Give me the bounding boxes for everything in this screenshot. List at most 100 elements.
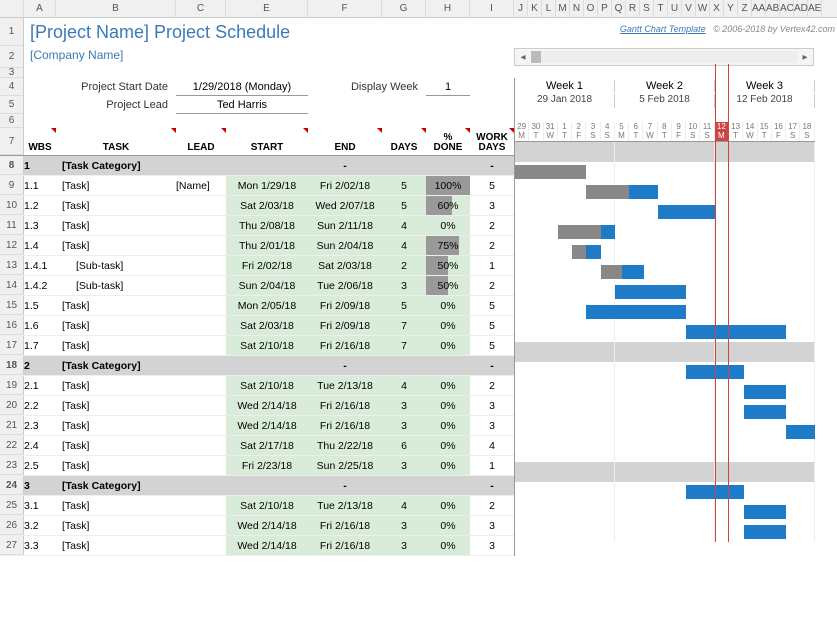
row-header-23[interactable]: 23: [0, 456, 24, 475]
days-cell[interactable]: 4: [382, 496, 426, 515]
start-cell[interactable]: Wed 2/14/18: [226, 516, 308, 535]
work-cell[interactable]: -: [470, 356, 514, 375]
lead-cell[interactable]: [176, 496, 226, 515]
task-cell[interactable]: [Sub-task]: [56, 256, 176, 275]
row-header-3[interactable]: 3: [0, 68, 24, 78]
table-row[interactable]: 161.6[Task]Sat 2/03/18Fri 2/09/1870%5: [0, 316, 514, 336]
row-header-16[interactable]: 16: [0, 316, 24, 335]
work-cell[interactable]: 5: [470, 296, 514, 315]
lead-cell[interactable]: [176, 276, 226, 295]
task-cell[interactable]: [Task Category]: [56, 156, 176, 175]
days-cell[interactable]: 3: [382, 516, 426, 535]
lead-cell[interactable]: [176, 376, 226, 395]
row-header-6[interactable]: 6: [0, 114, 24, 128]
row-header-10[interactable]: 10: [0, 196, 24, 215]
row-header-7[interactable]: 7: [0, 128, 24, 155]
col-header-start[interactable]: START: [226, 128, 308, 155]
lead-cell[interactable]: [176, 236, 226, 255]
col-header-P[interactable]: P: [598, 0, 612, 17]
gantt-bar[interactable]: [744, 405, 787, 419]
work-cell[interactable]: 5: [470, 176, 514, 195]
wbs-cell[interactable]: 1.7: [24, 336, 56, 355]
page-title[interactable]: [Project Name] Project Schedule: [24, 18, 514, 46]
days-cell[interactable]: 7: [382, 336, 426, 355]
end-cell[interactable]: Thu 2/22/18: [308, 436, 382, 455]
col-header-K[interactable]: K: [528, 0, 542, 17]
lead-cell[interactable]: [176, 316, 226, 335]
col-header-B[interactable]: B: [56, 0, 176, 17]
col-header-H[interactable]: H: [426, 0, 470, 17]
work-cell[interactable]: 2: [470, 376, 514, 395]
task-cell[interactable]: [Task]: [56, 316, 176, 335]
col-header--done[interactable]: %DONE: [426, 128, 470, 155]
col-header-W[interactable]: W: [696, 0, 710, 17]
start-cell[interactable]: Sat 2/10/18: [226, 496, 308, 515]
table-row[interactable]: 212.3[Task]Wed 2/14/18Fri 2/16/1830%3: [0, 416, 514, 436]
wbs-cell[interactable]: 3.2: [24, 516, 56, 535]
table-row[interactable]: 273.3[Task]Wed 2/14/18Fri 2/16/1830%3: [0, 536, 514, 556]
pct-cell[interactable]: 50%: [426, 276, 470, 295]
days-cell[interactable]: 2: [382, 256, 426, 275]
start-cell[interactable]: Mon 2/05/18: [226, 296, 308, 315]
days-cell[interactable]: 5: [382, 196, 426, 215]
col-header-F[interactable]: F: [308, 0, 382, 17]
row-header-14[interactable]: 14: [0, 276, 24, 295]
col-header-days[interactable]: DAYS: [382, 128, 426, 155]
work-cell[interactable]: 5: [470, 336, 514, 355]
row-header-15[interactable]: 15: [0, 296, 24, 315]
start-cell[interactable]: Fri 2/23/18: [226, 456, 308, 475]
col-header-J[interactable]: J: [514, 0, 528, 17]
col-header-V[interactable]: V: [682, 0, 696, 17]
wbs-cell[interactable]: 3.1: [24, 496, 56, 515]
gantt-bar[interactable]: [744, 505, 787, 519]
days-cell[interactable]: 3: [382, 396, 426, 415]
task-cell[interactable]: [Sub-task]: [56, 276, 176, 295]
days-cell[interactable]: 6: [382, 436, 426, 455]
gantt-bar[interactable]: [686, 485, 743, 499]
days-cell[interactable]: 4: [382, 216, 426, 235]
end-cell[interactable]: Fri 2/16/18: [308, 516, 382, 535]
end-cell[interactable]: Sun 2/25/18: [308, 456, 382, 475]
row-header-20[interactable]: 20: [0, 396, 24, 415]
lead-cell[interactable]: [176, 356, 226, 375]
work-cell[interactable]: 2: [470, 216, 514, 235]
task-cell[interactable]: [Task Category]: [56, 356, 176, 375]
days-cell[interactable]: 3: [382, 536, 426, 555]
lead-cell[interactable]: [Name]: [176, 176, 226, 195]
col-header-O[interactable]: O: [584, 0, 598, 17]
gantt-bar[interactable]: [615, 285, 686, 299]
work-cell[interactable]: 3: [470, 196, 514, 215]
end-cell[interactable]: Fri 2/16/18: [308, 536, 382, 555]
work-cell[interactable]: 5: [470, 316, 514, 335]
row-header-2[interactable]: 2: [0, 46, 24, 68]
row-header-27[interactable]: 27: [0, 536, 24, 555]
start-cell[interactable]: Sat 2/03/18: [226, 196, 308, 215]
col-header-U[interactable]: U: [668, 0, 682, 17]
scroll-left-icon[interactable]: ◂: [515, 52, 531, 63]
col-header-AE[interactable]: AE: [808, 0, 822, 17]
table-row[interactable]: 121.4[Task]Thu 2/01/18Sun 2/04/18475%2: [0, 236, 514, 256]
end-cell[interactable]: -: [308, 476, 382, 495]
lead-cell[interactable]: [176, 476, 226, 495]
pct-cell[interactable]: 75%: [426, 236, 470, 255]
table-row[interactable]: 222.4[Task]Sat 2/17/18Thu 2/22/1860%4: [0, 436, 514, 456]
work-cell[interactable]: 3: [470, 416, 514, 435]
days-cell[interactable]: 5: [382, 296, 426, 315]
col-header-AD[interactable]: AD: [794, 0, 808, 17]
end-cell[interactable]: -: [308, 356, 382, 375]
lead-cell[interactable]: [176, 296, 226, 315]
col-header-end[interactable]: END: [308, 128, 382, 155]
row-header-5[interactable]: 5: [0, 96, 24, 114]
end-cell[interactable]: Tue 2/06/18: [308, 276, 382, 295]
col-header-lead[interactable]: LEAD: [176, 128, 226, 155]
end-cell[interactable]: Sun 2/11/18: [308, 216, 382, 235]
pct-cell[interactable]: 0%: [426, 516, 470, 535]
work-cell[interactable]: 1: [470, 256, 514, 275]
table-row[interactable]: 131.4.1[Sub-task]Fri 2/02/18Sat 2/03/182…: [0, 256, 514, 276]
gantt-bar[interactable]: [586, 305, 686, 319]
days-cell[interactable]: [382, 476, 426, 495]
pct-cell[interactable]: [426, 476, 470, 495]
gantt-bar[interactable]: [686, 365, 743, 379]
wbs-cell[interactable]: 1.1: [24, 176, 56, 195]
start-cell[interactable]: Fri 2/02/18: [226, 256, 308, 275]
